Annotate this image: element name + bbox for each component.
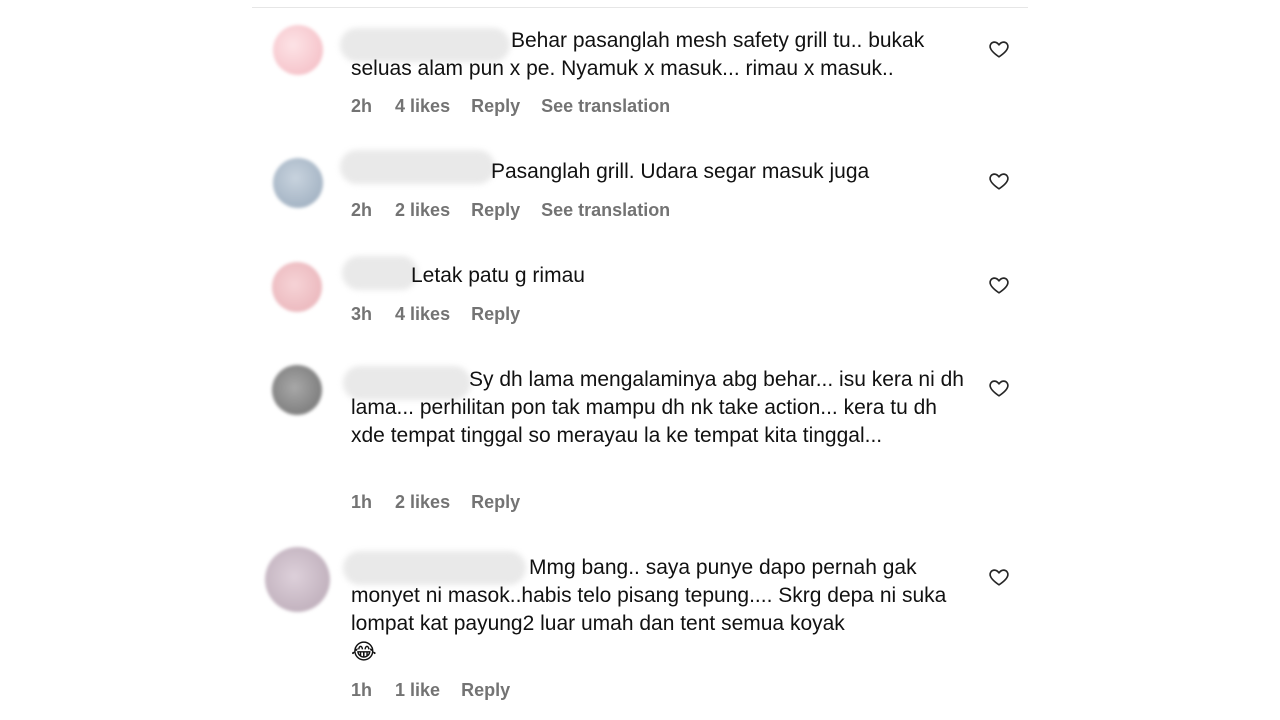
- avatar[interactable]: [272, 262, 322, 312]
- avatar[interactable]: [273, 158, 323, 208]
- timestamp: 3h: [351, 304, 373, 324]
- likes-count[interactable]: 2 likes: [395, 492, 450, 512]
- reply-button[interactable]: Reply: [471, 96, 520, 116]
- see-translation-link[interactable]: See translation: [541, 96, 670, 116]
- likes-count[interactable]: 2 likes: [395, 200, 450, 220]
- likes-count[interactable]: 4 likes: [395, 96, 450, 116]
- comment-text: Letak patu g rimau: [411, 264, 585, 287]
- timestamp: 1h: [351, 680, 373, 700]
- likes-count[interactable]: 4 likes: [395, 304, 450, 324]
- see-translation-link[interactable]: See translation: [541, 200, 670, 220]
- comment-text: Pasanglah grill. Udara segar masuk juga: [491, 160, 870, 183]
- comment-meta: 2h 4 likes Reply See translation: [351, 96, 686, 117]
- avatar[interactable]: [273, 25, 323, 75]
- likes-count[interactable]: 1 like: [395, 680, 440, 700]
- heart-outline-icon[interactable]: [988, 170, 1010, 192]
- reply-button[interactable]: Reply: [471, 304, 520, 324]
- timestamp: 2h: [351, 96, 373, 116]
- reply-button[interactable]: Reply: [471, 200, 520, 220]
- timestamp: 2h: [351, 200, 373, 220]
- heart-outline-icon[interactable]: [988, 38, 1010, 60]
- comment-meta: 1h 2 likes Reply: [351, 492, 536, 513]
- laughing-emoji: 😂: [351, 639, 377, 664]
- divider: [252, 7, 1028, 8]
- heart-outline-icon[interactable]: [988, 274, 1010, 296]
- comment-meta: 1h 1 like Reply: [351, 680, 526, 701]
- avatar[interactable]: [265, 547, 330, 612]
- comment-meta: 3h 4 likes Reply: [351, 304, 536, 325]
- comment-text: Sy dh lama mengalaminya abg behar... isu…: [351, 368, 964, 447]
- heart-outline-icon[interactable]: [988, 566, 1010, 588]
- heart-outline-icon[interactable]: [988, 377, 1010, 399]
- timestamp: 1h: [351, 492, 373, 512]
- comment-text: Mmg bang.. saya punye dapo pernah gak mo…: [351, 556, 947, 664]
- reply-button[interactable]: Reply: [461, 680, 510, 700]
- reply-button[interactable]: Reply: [471, 492, 520, 512]
- avatar[interactable]: [272, 365, 322, 415]
- comment-meta: 2h 2 likes Reply See translation: [351, 200, 686, 221]
- comment-text: Behar pasanglah mesh safety grill tu.. b…: [351, 29, 925, 80]
